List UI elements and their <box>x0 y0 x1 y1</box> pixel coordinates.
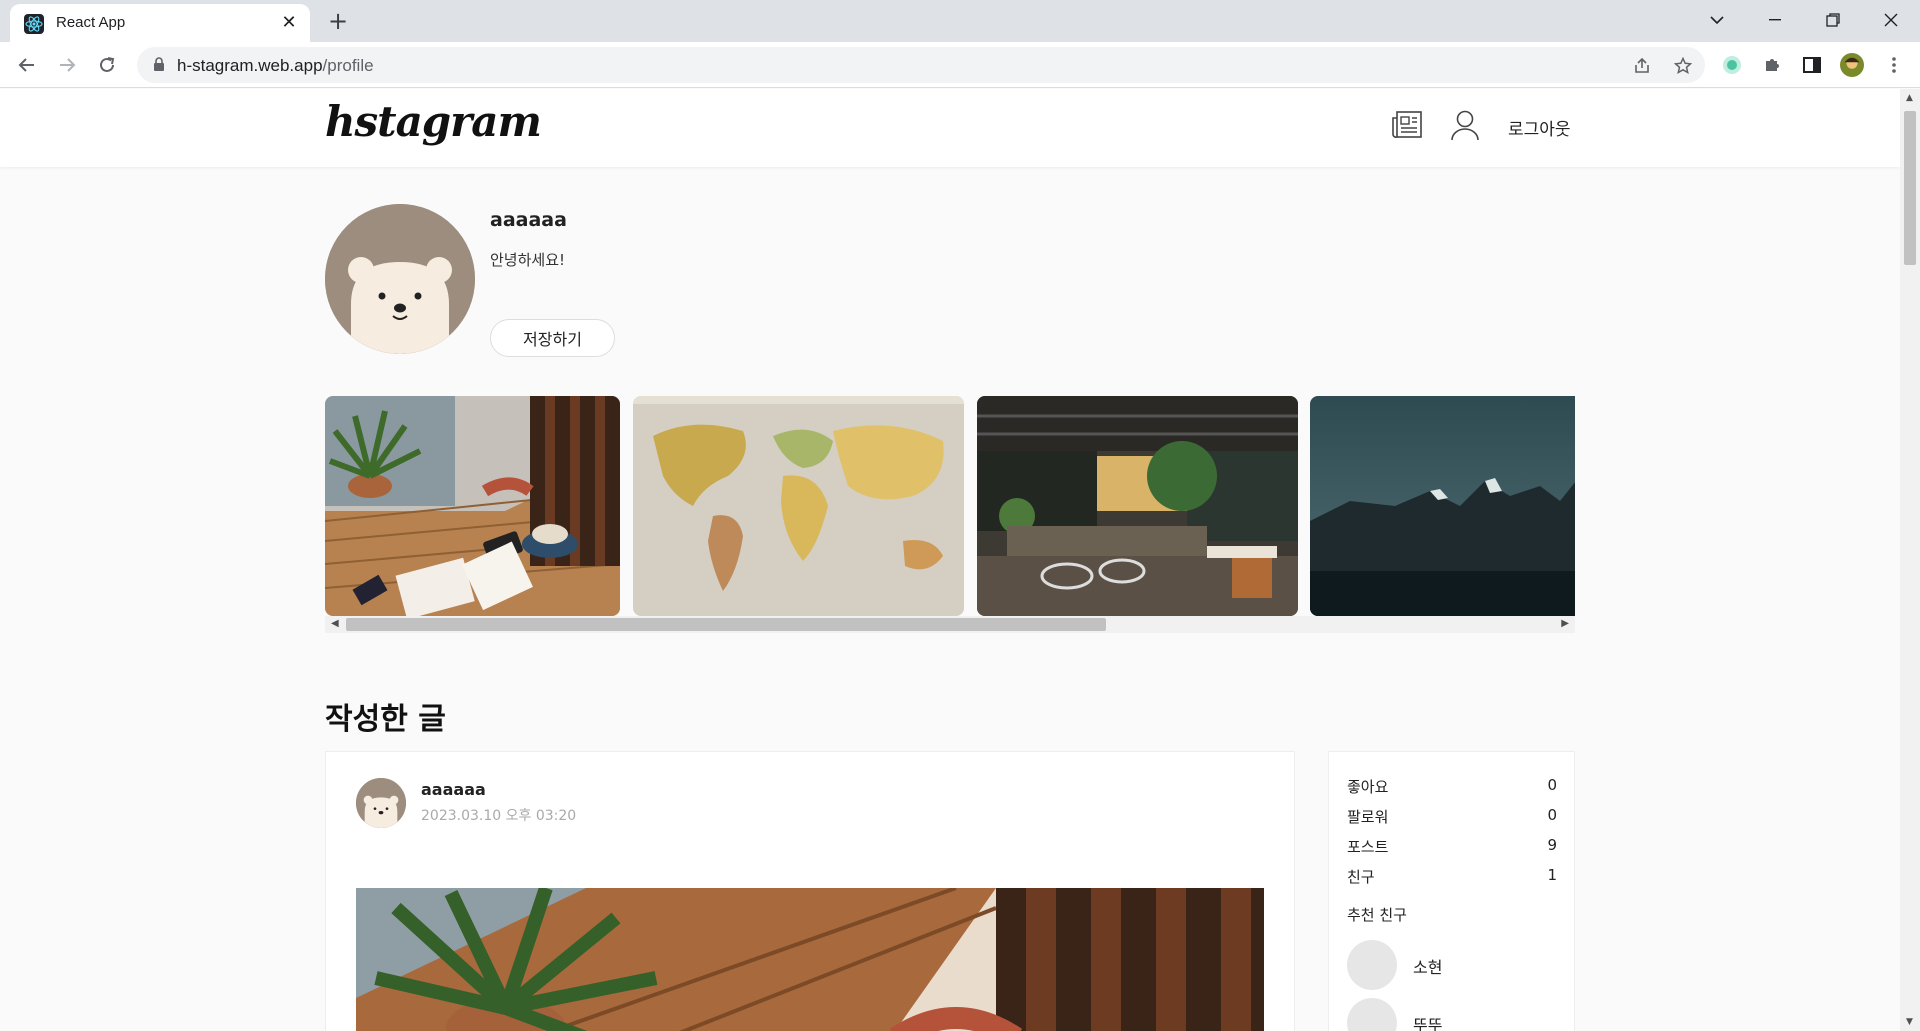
gallery-image-world-map[interactable] <box>633 396 964 616</box>
share-icon[interactable] <box>1631 55 1653 77</box>
profile-avatar-icon[interactable] <box>1840 53 1864 77</box>
newspaper-icon[interactable] <box>1390 108 1424 142</box>
gallery-image-cafe-table[interactable] <box>325 396 620 616</box>
recommended-friend[interactable]: 뚜뚜 <box>1347 998 1557 1031</box>
url-text[interactable]: h-stagram.web.app/profile <box>177 56 374 76</box>
url-path: /profile <box>322 56 374 75</box>
stat-label: 좋아요 <box>1347 778 1389 796</box>
stat-posts: 포스트 9 <box>1347 836 1557 856</box>
page-scrollbar-thumb[interactable] <box>1904 111 1916 265</box>
close-tab-icon[interactable]: ✕ <box>278 12 300 34</box>
post-author-avatar[interactable] <box>356 778 406 828</box>
more-menu-icon[interactable] <box>1882 53 1906 77</box>
url-host: h-stagram.web.app <box>177 56 323 75</box>
profile-stats-card: 좋아요 0 팔로워 0 포스트 9 친구 1 추천 친구 소현 뚜뚜 <box>1328 751 1575 1031</box>
post-username[interactable]: aaaaaa <box>421 780 486 799</box>
stat-label: 팔로워 <box>1347 808 1389 826</box>
user-icon[interactable] <box>1448 108 1482 142</box>
post-card[interactable]: aaaaaa 2023.03.10 오후 03:20 <box>325 751 1295 1031</box>
stat-followers: 팔로워 0 <box>1347 806 1557 826</box>
scroll-left-icon[interactable]: ◀ <box>331 618 339 629</box>
profile-bio: 안녕하세요! <box>490 251 566 269</box>
new-tab-icon[interactable]: + <box>324 8 352 36</box>
stat-friends: 친구 1 <box>1347 866 1557 886</box>
stat-value: 0 <box>1547 806 1557 824</box>
stat-label: 친구 <box>1347 868 1375 886</box>
friend-name[interactable]: 뚜뚜 <box>1413 1012 1442 1031</box>
scroll-up-icon[interactable]: ▲ <box>1906 93 1913 103</box>
gallery-image-mountains[interactable] <box>1310 396 1575 616</box>
recommended-friends-title: 추천 친구 <box>1347 906 1407 924</box>
page-scrollbar[interactable]: ▲ ▼ <box>1900 89 1920 1031</box>
photo-gallery[interactable] <box>325 396 1575 616</box>
profile-username: aaaaaa <box>490 209 567 231</box>
save-button[interactable]: 저장하기 <box>490 319 615 357</box>
back-icon[interactable] <box>13 51 41 79</box>
address-bar[interactable]: h-stagram.web.app/profile <box>137 47 1705 83</box>
site-header: hstagram 로그아웃 <box>0 89 1900 167</box>
browser-tab-bar: React App ✕ + <box>0 0 1920 42</box>
scroll-right-icon[interactable]: ▶ <box>1561 618 1569 629</box>
post-date: 2023.03.10 오후 03:20 <box>421 808 577 824</box>
tab-title: React App <box>56 14 126 31</box>
react-icon <box>24 14 44 34</box>
reload-icon[interactable] <box>93 51 121 79</box>
scroll-down-icon[interactable]: ▼ <box>1906 1017 1913 1027</box>
friend-avatar[interactable] <box>1347 998 1397 1031</box>
gallery-image-cafe-interior[interactable] <box>977 396 1298 616</box>
browser-tab[interactable]: React App ✕ <box>10 4 310 42</box>
forward-icon[interactable] <box>53 51 81 79</box>
stat-likes: 좋아요 0 <box>1347 776 1557 796</box>
bear-icon <box>356 778 406 828</box>
friend-avatar[interactable] <box>1347 940 1397 990</box>
logout-link[interactable]: 로그아웃 <box>1508 115 1571 140</box>
browser-toolbar: h-stagram.web.app/profile <box>0 42 1920 88</box>
bear-icon <box>325 204 475 354</box>
stat-value: 9 <box>1547 836 1557 854</box>
friend-name[interactable]: 소현 <box>1413 954 1442 978</box>
gallery-scrollbar-thumb[interactable] <box>346 618 1106 631</box>
page-viewport: hstagram 로그아웃 aaaaaa 안녕하세요! 저장하기 ◀ ▶ 작성한… <box>0 89 1900 1031</box>
close-window-icon[interactable] <box>1868 0 1914 40</box>
puzzle-icon[interactable] <box>1760 53 1784 77</box>
recommended-friend[interactable]: 소현 <box>1347 940 1557 990</box>
stat-value: 1 <box>1547 866 1557 884</box>
extension-icon[interactable] <box>1720 53 1744 77</box>
bookmark-star-icon[interactable] <box>1672 55 1694 77</box>
stat-label: 포스트 <box>1347 838 1389 856</box>
gallery-scrollbar[interactable]: ◀ ▶ <box>325 616 1575 633</box>
minimize-icon[interactable] <box>1752 0 1798 40</box>
lock-icon[interactable] <box>153 57 165 76</box>
stat-value: 0 <box>1547 776 1557 794</box>
profile-avatar[interactable] <box>325 204 475 354</box>
posts-section-title: 작성한 글 <box>325 702 446 737</box>
side-panel-icon[interactable] <box>1800 53 1824 77</box>
post-image[interactable] <box>356 888 1264 1031</box>
restore-icon[interactable] <box>1810 0 1856 40</box>
logo[interactable]: hstagram <box>325 97 542 146</box>
tab-search-icon[interactable] <box>1694 0 1740 40</box>
